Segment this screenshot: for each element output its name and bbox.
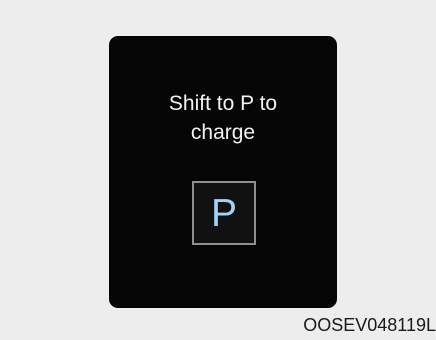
cluster-display-panel: Shift to P to charge P (109, 36, 337, 308)
park-gear-indicator: P (192, 181, 256, 245)
message-line-2: charge (190, 121, 256, 144)
shift-to-park-message: Shift to P to charge (109, 89, 337, 147)
park-gear-letter: P (210, 191, 237, 235)
message-line-1: Shift to P to (168, 92, 278, 115)
figure-code-label: OOSEV048119L (303, 315, 436, 335)
